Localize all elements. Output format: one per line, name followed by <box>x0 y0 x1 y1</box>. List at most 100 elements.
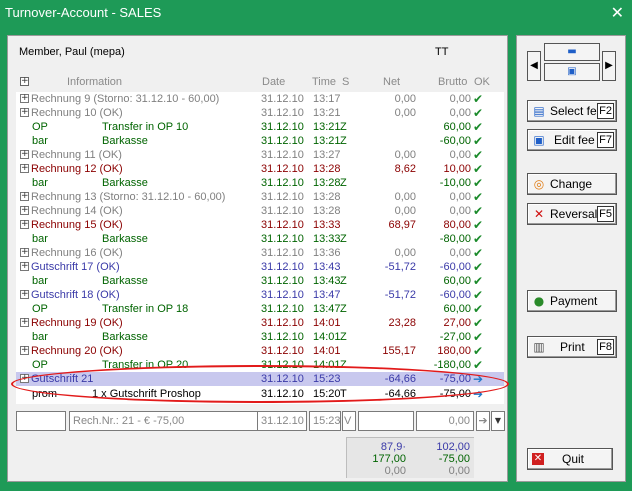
check-icon: ✔ <box>473 302 484 316</box>
title-bar: Turnover-Account - SALES ✕ <box>0 0 632 26</box>
entry-time[interactable]: 15:23 <box>309 411 341 431</box>
row-date: 31.12.10 <box>261 219 304 231</box>
row-date: 31.12.10 <box>261 163 304 175</box>
row-brutto: 60,00 <box>443 121 471 133</box>
edit-fee-nav-icon[interactable]: ▣ <box>544 63 600 81</box>
entry-dropdown-icon[interactable]: ▼ <box>491 411 505 431</box>
row-info: bar <box>32 275 48 287</box>
row-expand-icon[interactable]: + <box>20 192 29 201</box>
col-net: Net <box>383 76 401 88</box>
edit-fee-button[interactable]: ▣ Edit fee F7 <box>527 129 617 151</box>
row-info: Rechnung 15 (OK) <box>31 219 123 231</box>
row-expand-icon[interactable]: + <box>20 262 29 271</box>
row-expand-icon[interactable]: + <box>20 94 29 103</box>
next-icon[interactable]: ▶ <box>602 51 616 81</box>
table-row[interactable]: OP Transfer in OP 10 31.12.10 13:21 Z 60,00 ✔ <box>16 120 504 134</box>
row-expand-icon[interactable]: + <box>20 220 29 229</box>
entry-arrow-icon[interactable]: ➔ <box>476 411 490 431</box>
table-row[interactable]: + Rechnung 9 (Storno: 31.12.10 - 60,00) 31… <box>16 92 504 106</box>
row-brutto: 10,00 <box>443 163 471 175</box>
print-label: Print <box>560 340 585 354</box>
table-row[interactable]: + Rechnung 16 (OK) 31.12.10 13:36 0,00 0,00 ✔ <box>16 246 504 260</box>
quit-button[interactable]: ✕ Quit <box>527 448 613 470</box>
row-s: Z <box>340 233 347 245</box>
row-expand-icon[interactable]: + <box>20 150 29 159</box>
highlight-ellipse <box>11 365 509 403</box>
row-date: 31.12.10 <box>261 247 304 259</box>
row-info2: Transfer in OP 10 <box>102 121 189 133</box>
select-fee-nav-icon[interactable]: ▬ <box>544 43 600 61</box>
account-panel: Member, Paul (mepa) TT + Information Dat… <box>7 35 508 482</box>
row-expand-icon[interactable]: + <box>20 290 29 299</box>
table-row[interactable]: + Rechnung 14 (OK) 31.12.10 13:28 0,00 0,00 ✔ <box>16 204 504 218</box>
table-row[interactable]: + Rechnung 10 (OK) 31.12.10 13:21 0,00 0,00 ✔ <box>16 106 504 120</box>
expand-all-icon[interactable]: + <box>20 77 29 86</box>
change-icon: ◎ <box>533 177 545 191</box>
row-expand-icon[interactable]: + <box>20 346 29 355</box>
table-row[interactable]: bar Barkasse 31.12.10 13:28 Z -10,00 ✔ <box>16 176 504 190</box>
entry-description[interactable]: Rech.Nr.: 21 - € -75,00 <box>69 411 259 431</box>
row-expand-icon[interactable]: + <box>20 108 29 117</box>
table-row[interactable]: bar Barkasse 31.12.10 13:21 Z -60,00 ✔ <box>16 134 504 148</box>
row-net: -51,72 <box>384 289 416 301</box>
row-brutto: -27,00 <box>439 331 471 343</box>
select-fee-button[interactable]: ▤ Select fee F2 <box>527 100 617 122</box>
check-icon: ✔ <box>473 106 484 120</box>
print-button[interactable]: ▥ Print F8 <box>527 336 617 358</box>
table-row[interactable]: OP Transfer in OP 18 31.12.10 13:47 Z 60,00 ✔ <box>16 302 504 316</box>
prev-icon[interactable]: ◀ <box>527 51 541 81</box>
row-net: 0,00 <box>394 107 416 119</box>
check-icon: ✔ <box>473 190 484 204</box>
row-expand-icon[interactable]: + <box>20 318 29 327</box>
row-expand-icon[interactable]: + <box>20 248 29 257</box>
navigation-box: ◀ ▬ ▣ ▶ <box>527 43 616 81</box>
row-brutto: 0,00 <box>449 149 471 161</box>
row-net: 23,28 <box>388 317 416 329</box>
row-net: 68,97 <box>388 219 416 231</box>
row-info2: Barkasse <box>102 275 148 287</box>
table-row[interactable]: bar Barkasse 31.12.10 13:33 Z -80,00 ✔ <box>16 232 504 246</box>
totals-box: 87,9· 102,00 177,00 -75,00 0,00 0,00 <box>346 437 474 478</box>
table-row[interactable]: bar Barkasse 31.12.10 13:43 Z 60,00 ✔ <box>16 274 504 288</box>
payment-button[interactable]: ● Payment <box>527 290 617 312</box>
row-date: 31.12.10 <box>261 275 304 287</box>
row-brutto: 0,00 <box>449 247 471 259</box>
table-row[interactable]: + Rechnung 19 (OK) 31.12.10 14:01 23,28 27,00… <box>16 316 504 330</box>
table-row[interactable]: bar Barkasse 31.12.10 14:01 Z -27,00 ✔ <box>16 330 504 344</box>
row-date: 31.12.10 <box>261 121 304 133</box>
row-info: Rechnung 12 (OK) <box>31 163 123 175</box>
entry-brutto[interactable]: 0,00 <box>416 411 474 431</box>
row-expand-icon[interactable]: + <box>20 206 29 215</box>
row-info2: Barkasse <box>102 331 148 343</box>
row-time: 14:01 <box>313 317 341 329</box>
entry-date[interactable]: 31.12.10 <box>257 411 307 431</box>
reversal-button[interactable]: ✕ Reversal F5 <box>527 203 617 225</box>
check-icon: ✔ <box>473 134 484 148</box>
row-info2: Barkasse <box>102 135 148 147</box>
close-icon[interactable]: ✕ <box>611 3 624 23</box>
row-date: 31.12.10 <box>261 289 304 301</box>
check-icon: ✔ <box>473 330 484 344</box>
entry-net[interactable] <box>358 411 414 431</box>
row-expand-icon[interactable]: + <box>20 164 29 173</box>
table-row[interactable]: + Rechnung 13 (Storno: 31.12.10 - 60,00) 3… <box>16 190 504 204</box>
table-row[interactable]: + Rechnung 12 (OK) 31.12.10 13:28 8,62 10,00 ✔ <box>16 162 504 176</box>
entry-field-1[interactable] <box>16 411 66 431</box>
row-info: bar <box>32 135 48 147</box>
table-row[interactable]: + Gutschrift 18 (OK) 31.12.10 13:47 -51,72 -6… <box>16 288 504 302</box>
entry-s[interactable]: V <box>342 411 356 431</box>
row-info: Rechnung 20 (OK) <box>31 345 123 357</box>
row-info: bar <box>32 177 48 189</box>
change-button[interactable]: ◎ Change <box>527 173 617 195</box>
row-info: bar <box>32 233 48 245</box>
row-time: 13:28 <box>313 163 341 175</box>
table-row[interactable]: + Rechnung 11 (OK) 31.12.10 13:27 0,00 0,00 ✔ <box>16 148 504 162</box>
member-name: Member, Paul (mepa) <box>19 46 125 58</box>
table-row[interactable]: + Rechnung 15 (OK) 31.12.10 13:33 68,97 80,00… <box>16 218 504 232</box>
check-icon: ✔ <box>473 246 484 260</box>
col-info: Information <box>67 76 123 88</box>
row-brutto: 60,00 <box>443 303 471 315</box>
table-row[interactable]: + Gutschrift 17 (OK) 31.12.10 13:43 -51,72 -6… <box>16 260 504 274</box>
table-row[interactable]: + Rechnung 20 (OK) 31.12.10 14:01 155,17 180,… <box>16 344 504 358</box>
row-date: 31.12.10 <box>261 177 304 189</box>
